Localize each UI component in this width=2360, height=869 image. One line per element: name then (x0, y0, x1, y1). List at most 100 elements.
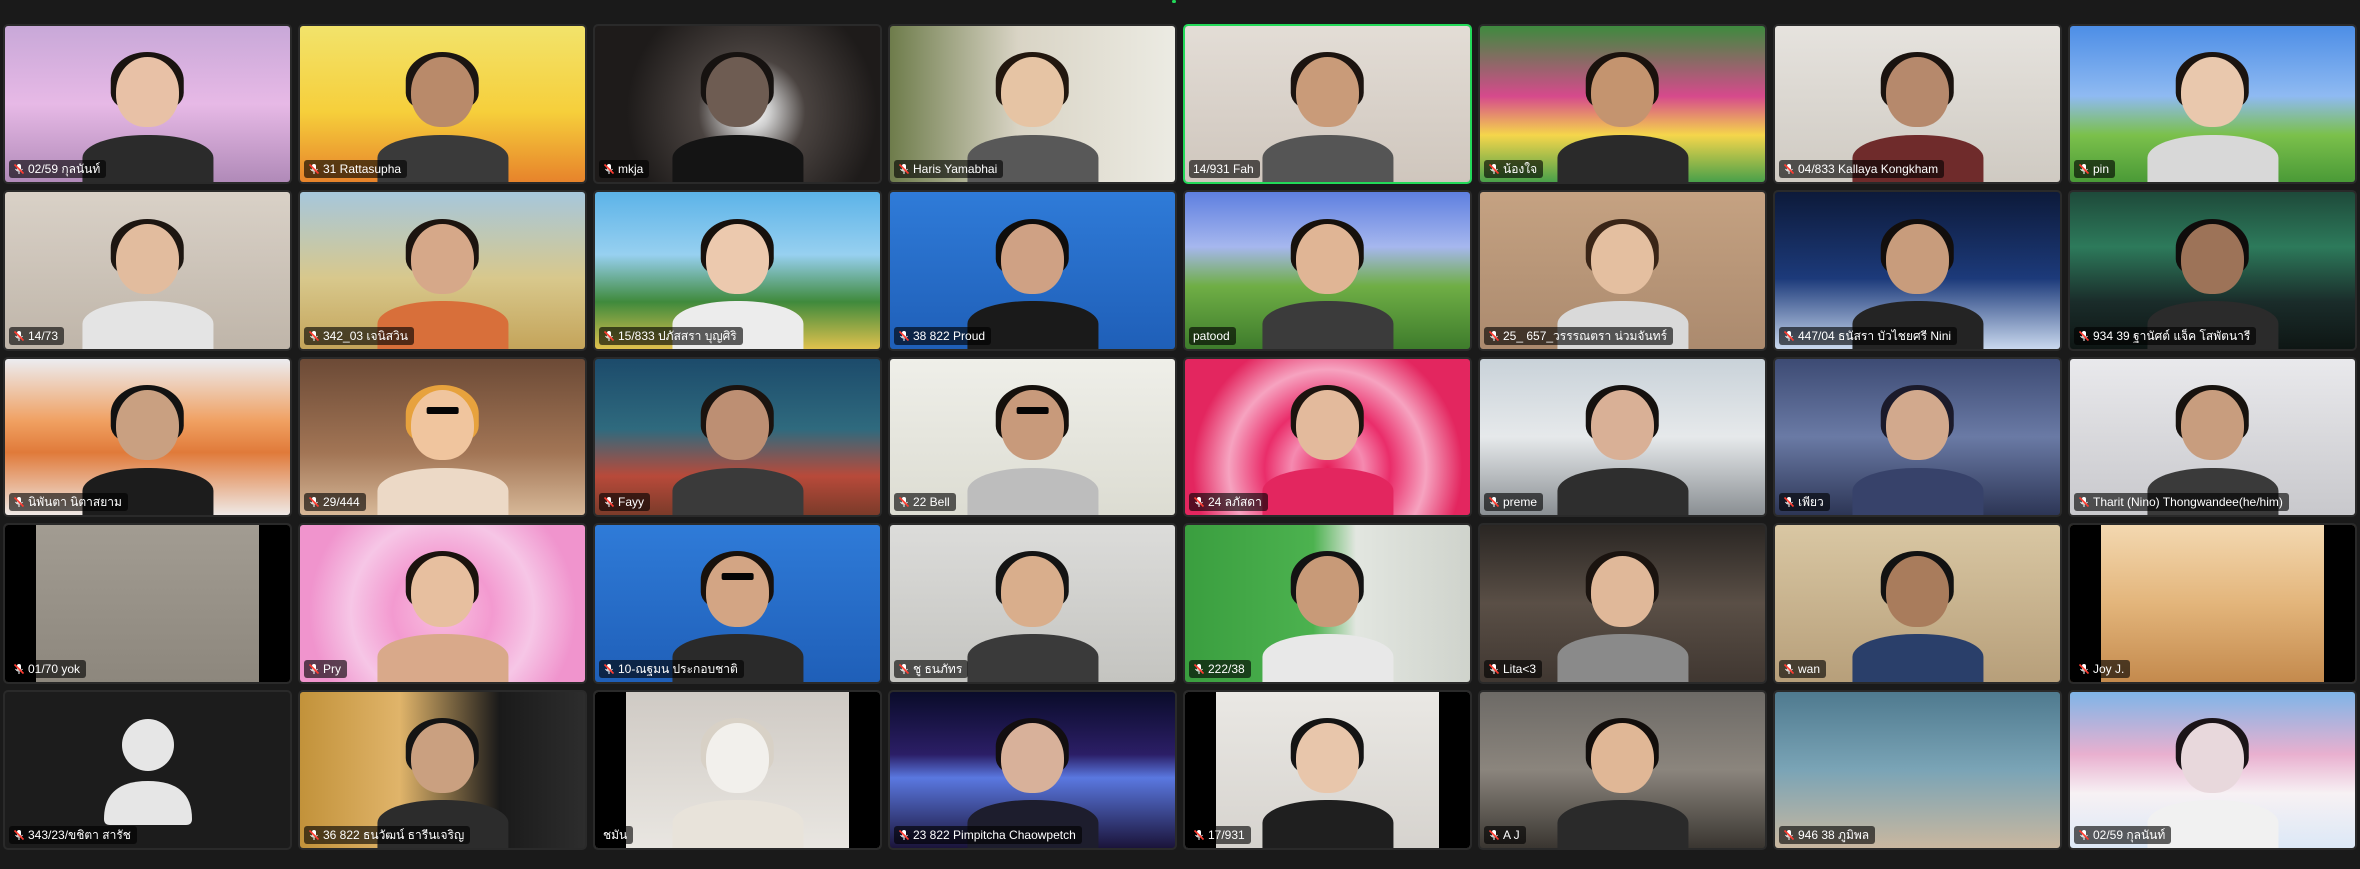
participant-silhouette (376, 385, 509, 516)
participant-silhouette (966, 385, 1099, 516)
participant-tile[interactable]: 15/833 ปภัสสรา บุญศิริ (593, 190, 882, 351)
participant-tile[interactable]: 447/04 ธนัสรา บัวไชยศรี Nini (1773, 190, 2062, 351)
participant-tile[interactable]: Lita<3 (1478, 523, 1767, 684)
mic-muted-icon (898, 496, 910, 508)
participant-name-tag: Tharit (Nino) Thongwandee(he/him) (2074, 493, 2289, 512)
participant-name-tag: patood (1189, 326, 1236, 345)
participant-tile[interactable]: 23 822 Pimpitcha Chaowpetch (888, 689, 1177, 850)
participant-tile[interactable]: 38 822 Proud (888, 190, 1177, 351)
participant-tile[interactable]: 36 822 ธนวัฒน์ ธารีนเจริญ (298, 689, 587, 850)
participant-name: 02/59 กุลนันท์ (2093, 827, 2166, 842)
participant-silhouette (1261, 52, 1394, 183)
participant-tile[interactable]: wan (1773, 523, 2062, 684)
participant-name: A J (1503, 827, 1520, 842)
mic-muted-icon (1488, 496, 1500, 508)
participant-tile[interactable]: Fayy (593, 356, 882, 518)
participant-tile[interactable]: 22 Bell (888, 356, 1177, 518)
participant-name: Tharit (Nino) Thongwandee(he/him) (2093, 495, 2283, 510)
participant-name: Fayy (618, 495, 645, 510)
participant-tile[interactable]: Pry (298, 523, 587, 684)
participant-name-tag: ชมัน (599, 825, 634, 844)
participant-tile[interactable]: 14/931 Fah (1183, 24, 1472, 185)
participant-tile[interactable]: ชู ธนภัทร (888, 523, 1177, 684)
participant-silhouette (1556, 551, 1689, 682)
participant-silhouette (2146, 52, 2279, 183)
participant-tile[interactable]: 02/59 กุลนันท์ (3, 24, 292, 185)
participant-silhouette (1851, 551, 1984, 682)
participant-name: Pry (323, 661, 341, 676)
participant-name-tag: 343/23/ขชิตา สารัช (9, 825, 137, 844)
participant-tile[interactable]: นิพันตา นิตาสยาม (3, 356, 292, 518)
mic-muted-icon (1783, 330, 1795, 342)
participant-name-tag: 29/444 (304, 493, 366, 512)
participant-name-tag: 14/931 Fah (1189, 160, 1260, 179)
mic-muted-icon (1193, 663, 1205, 675)
participant-name-tag: mkja (599, 160, 650, 179)
participant-name: pin (2093, 162, 2110, 177)
participant-tile[interactable]: 24 ลภัสดา (1183, 356, 1472, 518)
participant-tile[interactable]: 17/931 (1183, 689, 1472, 850)
participant-tile[interactable]: 934 39 ฐานัศต์ แจ็ค โสพัตนารี (2068, 190, 2357, 351)
participant-tile[interactable]: 04/833 Kallaya Kongkham (1773, 24, 2062, 185)
participant-name-tag: 02/59 กุลนันท์ (9, 160, 107, 179)
participant-tile[interactable]: 343/23/ขชิตา สารัช (3, 689, 292, 850)
participant-name-tag: Haris Yamabhai (894, 160, 1004, 179)
participant-tile[interactable]: 31 Rattasupha (298, 24, 587, 185)
mic-muted-icon (1488, 663, 1500, 675)
mic-muted-icon (2078, 330, 2090, 342)
default-avatar-icon (100, 715, 196, 825)
participant-silhouette (1556, 52, 1689, 183)
participant-silhouette (1261, 551, 1394, 682)
participant-silhouette (966, 551, 1099, 682)
participant-tile[interactable]: 29/444 (298, 356, 587, 518)
letterbox-bar (5, 525, 37, 682)
participant-name: 04/833 Kallaya Kongkham (1798, 162, 1939, 177)
mic-muted-icon (308, 663, 320, 675)
participant-name: 29/444 (323, 495, 360, 510)
participant-tile[interactable]: 10-ณฐมน ประกอบชาติ (593, 523, 882, 684)
participant-tile[interactable]: 14/73 (3, 190, 292, 351)
participant-name-tag: ชู ธนภัทร (894, 659, 969, 678)
participant-name: ชู ธนภัทร (913, 661, 963, 676)
participant-tile[interactable]: 342_03 เจนิสวิน (298, 190, 587, 351)
mic-muted-icon (308, 496, 320, 508)
participant-name: 25_ 657_วรรรณตรา น่วมจันทร์ (1503, 328, 1668, 343)
mic-muted-icon (898, 663, 910, 675)
video-feed (1775, 691, 2060, 848)
participant-tile[interactable]: ชมัน (593, 689, 882, 850)
participant-tile[interactable]: Joy J. (2068, 523, 2357, 684)
participant-name: Haris Yamabhai (913, 162, 998, 177)
mic-muted-icon (1488, 163, 1500, 175)
participant-name-tag: 04/833 Kallaya Kongkham (1779, 160, 1945, 179)
participant-tile[interactable]: mkja (593, 24, 882, 185)
participant-tile[interactable]: A J (1478, 689, 1767, 850)
participant-name: Joy J. (2093, 661, 2125, 676)
participant-tile[interactable]: เพียว (1773, 356, 2062, 518)
participant-tile[interactable]: 02/59 กุลนันท์ (2068, 689, 2357, 850)
participant-name-tag: 31 Rattasupha (304, 160, 408, 179)
participant-tile[interactable]: 946 38 ภูมิพล (1773, 689, 2062, 850)
participant-silhouette (671, 717, 804, 848)
participant-tile[interactable]: pin (2068, 24, 2357, 185)
mic-muted-icon (308, 330, 320, 342)
participant-name-tag: 946 38 ภูมิพล (1779, 825, 1876, 844)
participant-name: 24 ลภัสดา (1208, 495, 1262, 510)
participant-tile[interactable]: patood (1183, 190, 1472, 351)
participant-name: ชมัน (603, 827, 628, 842)
mic-muted-icon (2078, 496, 2090, 508)
participant-tile[interactable]: preme (1478, 356, 1767, 518)
participant-tile[interactable]: 222/38 (1183, 523, 1472, 684)
mic-muted-icon (308, 829, 320, 841)
participant-name-tag: 01/70 yok (9, 659, 87, 678)
participant-name-tag: 36 822 ธนวัฒน์ ธารีนเจริญ (304, 825, 471, 844)
participant-name: 02/59 กุลนันท์ (28, 162, 101, 177)
mic-muted-icon (1488, 829, 1500, 841)
participant-tile[interactable]: Tharit (Nino) Thongwandee(he/him) (2068, 356, 2357, 518)
participant-tile[interactable]: น้องใจ (1478, 24, 1767, 185)
participant-silhouette (1261, 717, 1394, 848)
participant-tile[interactable]: Haris Yamabhai (888, 24, 1177, 185)
participant-silhouette (1261, 218, 1394, 349)
participant-tile[interactable]: 01/70 yok (3, 523, 292, 684)
participant-tile[interactable]: 25_ 657_วรรรณตรา น่วมจันทร์ (1478, 190, 1767, 351)
participant-name-tag: 10-ณฐมน ประกอบชาติ (599, 659, 744, 678)
